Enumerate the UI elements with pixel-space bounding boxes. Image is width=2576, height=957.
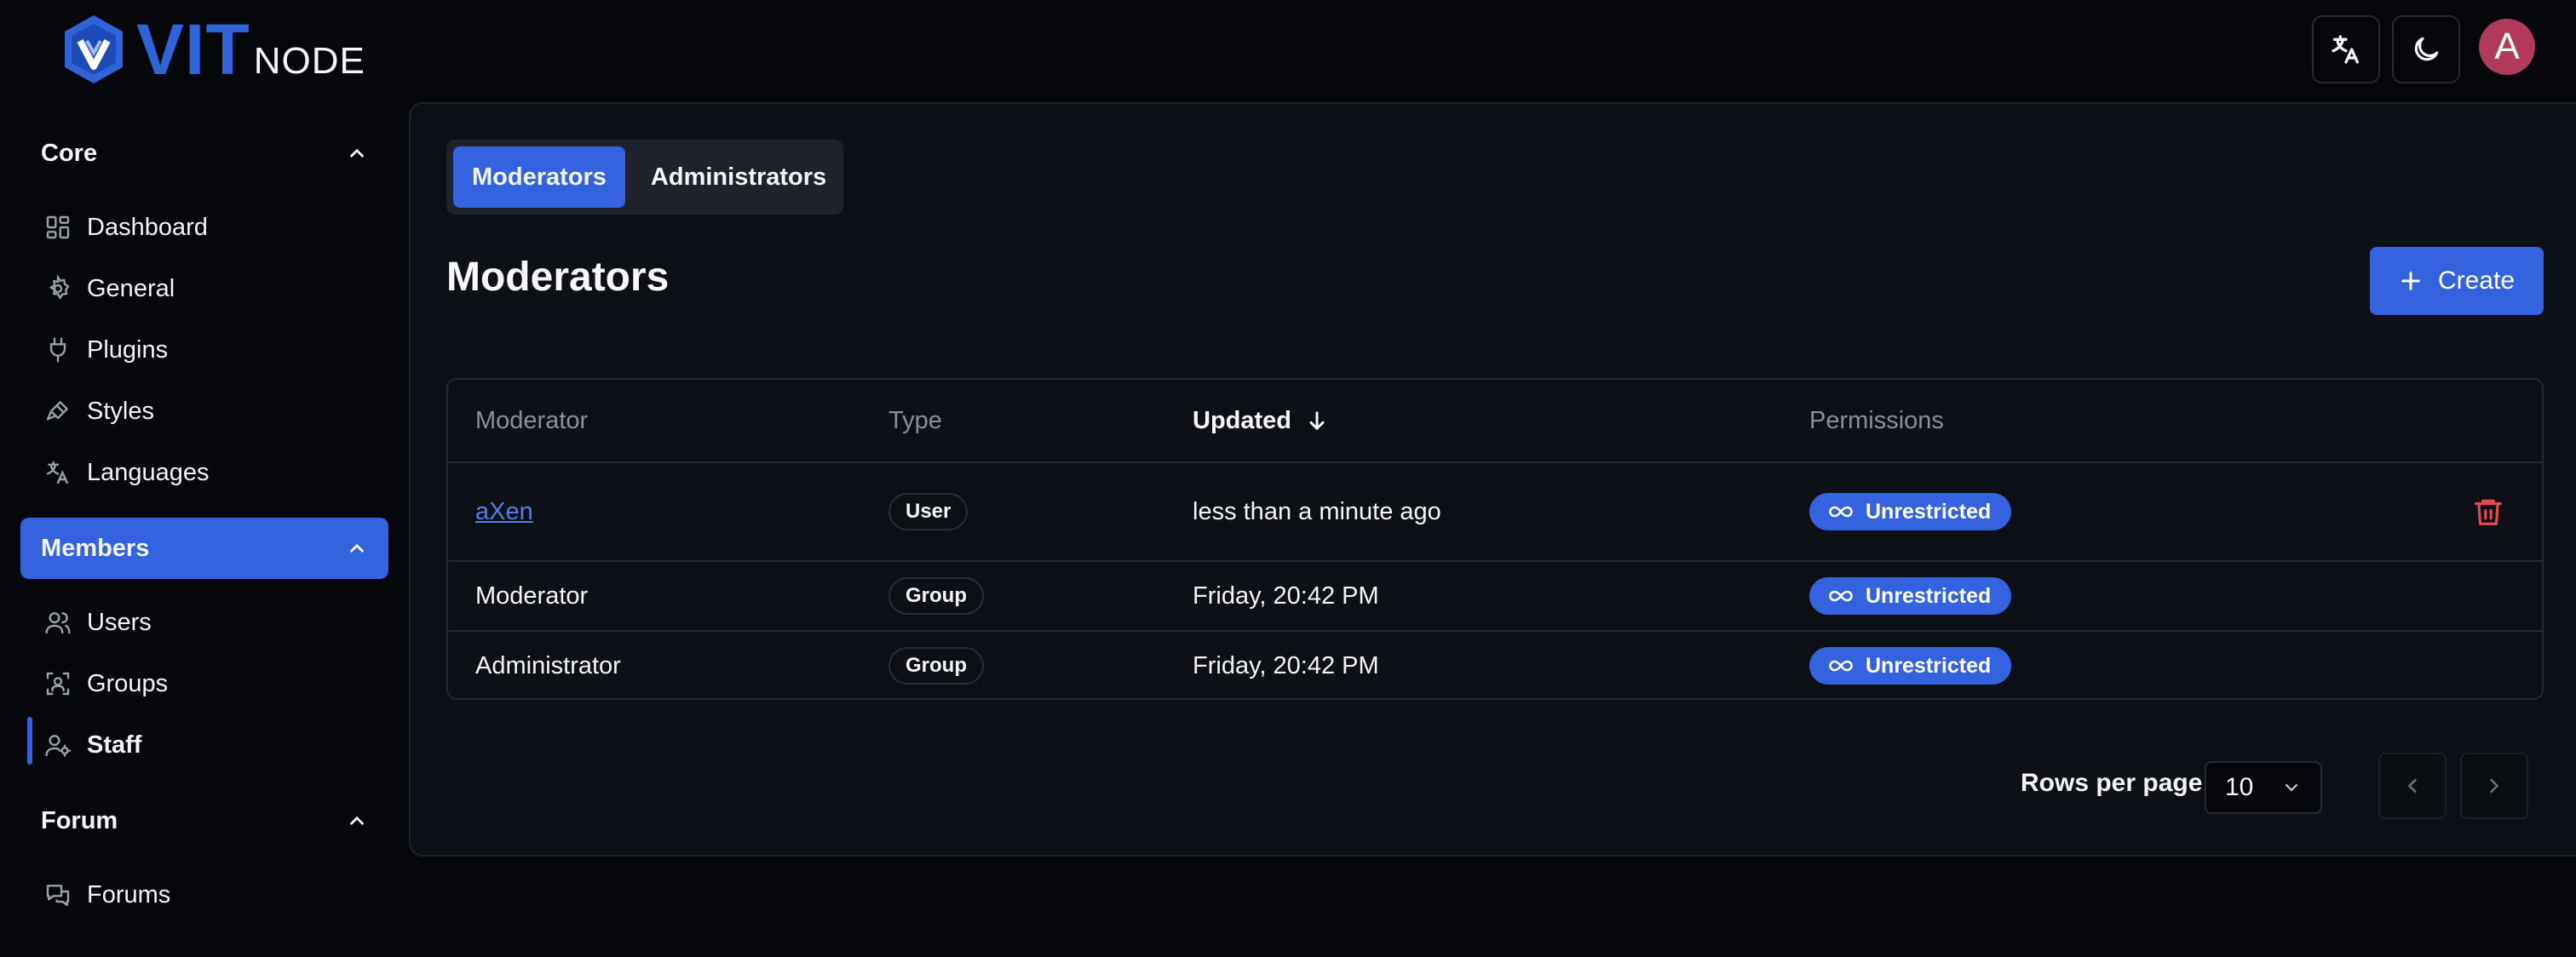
page-title: Moderators — [446, 255, 670, 300]
sidebar-item-label: Languages — [87, 458, 210, 486]
cell-updated: Friday, 20:42 PM — [1193, 651, 1379, 679]
tab-administrators[interactable]: Administrators — [632, 146, 845, 208]
sidebar-item-dashboard[interactable]: Dashboard — [44, 204, 208, 250]
sidebar-item-label: Styles — [87, 397, 154, 425]
chevron-down-icon — [2285, 783, 2298, 792]
users-icon — [45, 612, 71, 634]
groups-icon — [46, 672, 70, 696]
tab-moderators[interactable]: Moderators — [453, 146, 625, 208]
permissions-label: Unrestricted — [1866, 583, 1992, 608]
sidebar-section-label: Members — [41, 534, 150, 562]
rows-per-page-value: 10 — [2225, 773, 2254, 801]
create-label: Create — [2437, 266, 2516, 295]
sidebar-item-forums[interactable]: Forums — [44, 872, 170, 918]
infinity-icon — [1829, 506, 1853, 518]
column-updated-label: Updated — [1193, 406, 1291, 434]
moderators-table: Moderator Type Updated Permissions aXen … — [446, 378, 2544, 700]
chevron-up-icon — [350, 543, 364, 553]
gear-icon — [49, 275, 70, 300]
column-permissions[interactable]: Permissions — [1809, 380, 1944, 461]
theme-toggle-button[interactable] — [2392, 15, 2460, 83]
user-avatar[interactable]: A — [2479, 19, 2535, 75]
sidebar-item-users[interactable]: Users — [44, 599, 152, 645]
row-divider — [448, 461, 2542, 463]
sidebar-item-general[interactable]: General — [44, 266, 175, 312]
sidebar-section-members[interactable]: Members — [20, 518, 388, 579]
permissions-badge: Unrestricted — [1809, 493, 2012, 530]
next-page-button[interactable] — [2460, 753, 2528, 819]
sidebar-section-label: Core — [41, 139, 98, 167]
type-badge: Group — [888, 577, 984, 615]
languages-icon — [46, 461, 68, 484]
type-badge: Group — [888, 647, 984, 685]
user-cog-icon — [45, 735, 72, 757]
cell-permissions: Unrestricted — [1809, 632, 2012, 698]
row-divider — [448, 630, 2542, 632]
vitnode-shield-icon — [65, 15, 123, 83]
chevron-up-icon — [350, 148, 364, 158]
arrow-down-icon — [1309, 411, 1325, 430]
translate-icon — [2332, 35, 2359, 64]
cell-type: Group — [888, 562, 984, 630]
sidebar-item-styles[interactable]: Styles — [44, 388, 154, 434]
permissions-badge: Unrestricted — [1809, 647, 2012, 685]
plus-icon — [2401, 272, 2420, 290]
dashboard-icon — [46, 215, 70, 239]
trash-icon — [2475, 499, 2502, 525]
column-moderator[interactable]: Moderator — [475, 380, 588, 461]
sidebar-item-languages[interactable]: Languages — [44, 450, 210, 496]
infinity-icon — [1829, 590, 1853, 602]
sidebar-section-forum[interactable]: Forum — [20, 790, 388, 851]
sidebar-item-label: Forums — [87, 880, 171, 908]
column-type[interactable]: Type — [888, 380, 942, 461]
rows-per-page-select[interactable]: 10 — [2205, 761, 2322, 814]
active-indicator — [27, 717, 32, 765]
delete-button[interactable] — [2472, 463, 2504, 560]
moon-icon — [2414, 37, 2439, 61]
type-badge: User — [888, 493, 969, 530]
cell-moderator[interactable]: aXen — [475, 463, 533, 560]
brand-node: NODE — [253, 40, 365, 82]
moderator-link[interactable]: aXen — [475, 498, 533, 526]
main-panel: Moderators Administrators Moderators Cre… — [409, 102, 2576, 857]
sidebar-section-label: Forum — [41, 806, 118, 834]
create-button[interactable]: Create — [2370, 247, 2544, 315]
cell-moderator: Administrator — [475, 651, 621, 679]
sidebar-item-plugins[interactable]: Plugins — [44, 327, 168, 373]
plug-icon — [49, 337, 66, 363]
rows-per-page-label: Rows per page — [2021, 769, 2203, 797]
language-button[interactable] — [2312, 15, 2380, 83]
cell-updated: Friday, 20:42 PM — [1193, 582, 1379, 610]
sidebar-item-label: Dashboard — [87, 213, 208, 241]
cell-permissions: Unrestricted — [1809, 463, 2012, 560]
sidebar-item-label: Groups — [87, 669, 169, 697]
sidebar-item-label: Staff — [87, 731, 142, 759]
cell-type: Group — [888, 632, 984, 698]
previous-page-button[interactable] — [2378, 753, 2447, 819]
sidebar-item-label: Plugins — [87, 335, 169, 364]
brush-icon — [46, 401, 68, 421]
cell-type: User — [888, 463, 969, 560]
messages-icon — [46, 885, 70, 907]
infinity-icon — [1829, 660, 1853, 672]
sidebar-item-groups[interactable]: Groups — [44, 661, 168, 707]
brand-logo[interactable]: VIT NODE — [61, 12, 365, 85]
brand-vit: VIT — [136, 9, 250, 89]
chevron-left-icon — [2407, 778, 2417, 794]
permissions-label: Unrestricted — [1866, 499, 1992, 524]
sidebar-item-label: General — [87, 274, 175, 302]
cell-permissions: Unrestricted — [1809, 562, 2012, 630]
cell-updated: less than a minute ago — [1193, 497, 1441, 525]
sidebar-item-label: Users — [87, 608, 152, 636]
cell-moderator: Moderator — [475, 582, 589, 610]
permissions-badge: Unrestricted — [1809, 577, 2012, 615]
sidebar-item-staff[interactable]: Staff — [44, 722, 141, 768]
sidebar-section-core[interactable]: Core — [20, 123, 388, 184]
column-updated[interactable]: Updated — [1193, 380, 1329, 461]
permissions-label: Unrestricted — [1866, 653, 1992, 678]
row-divider — [448, 560, 2542, 562]
chevron-right-icon — [2490, 778, 2499, 794]
chevron-up-icon — [350, 816, 364, 825]
tab-list: Moderators Administrators — [446, 140, 843, 215]
